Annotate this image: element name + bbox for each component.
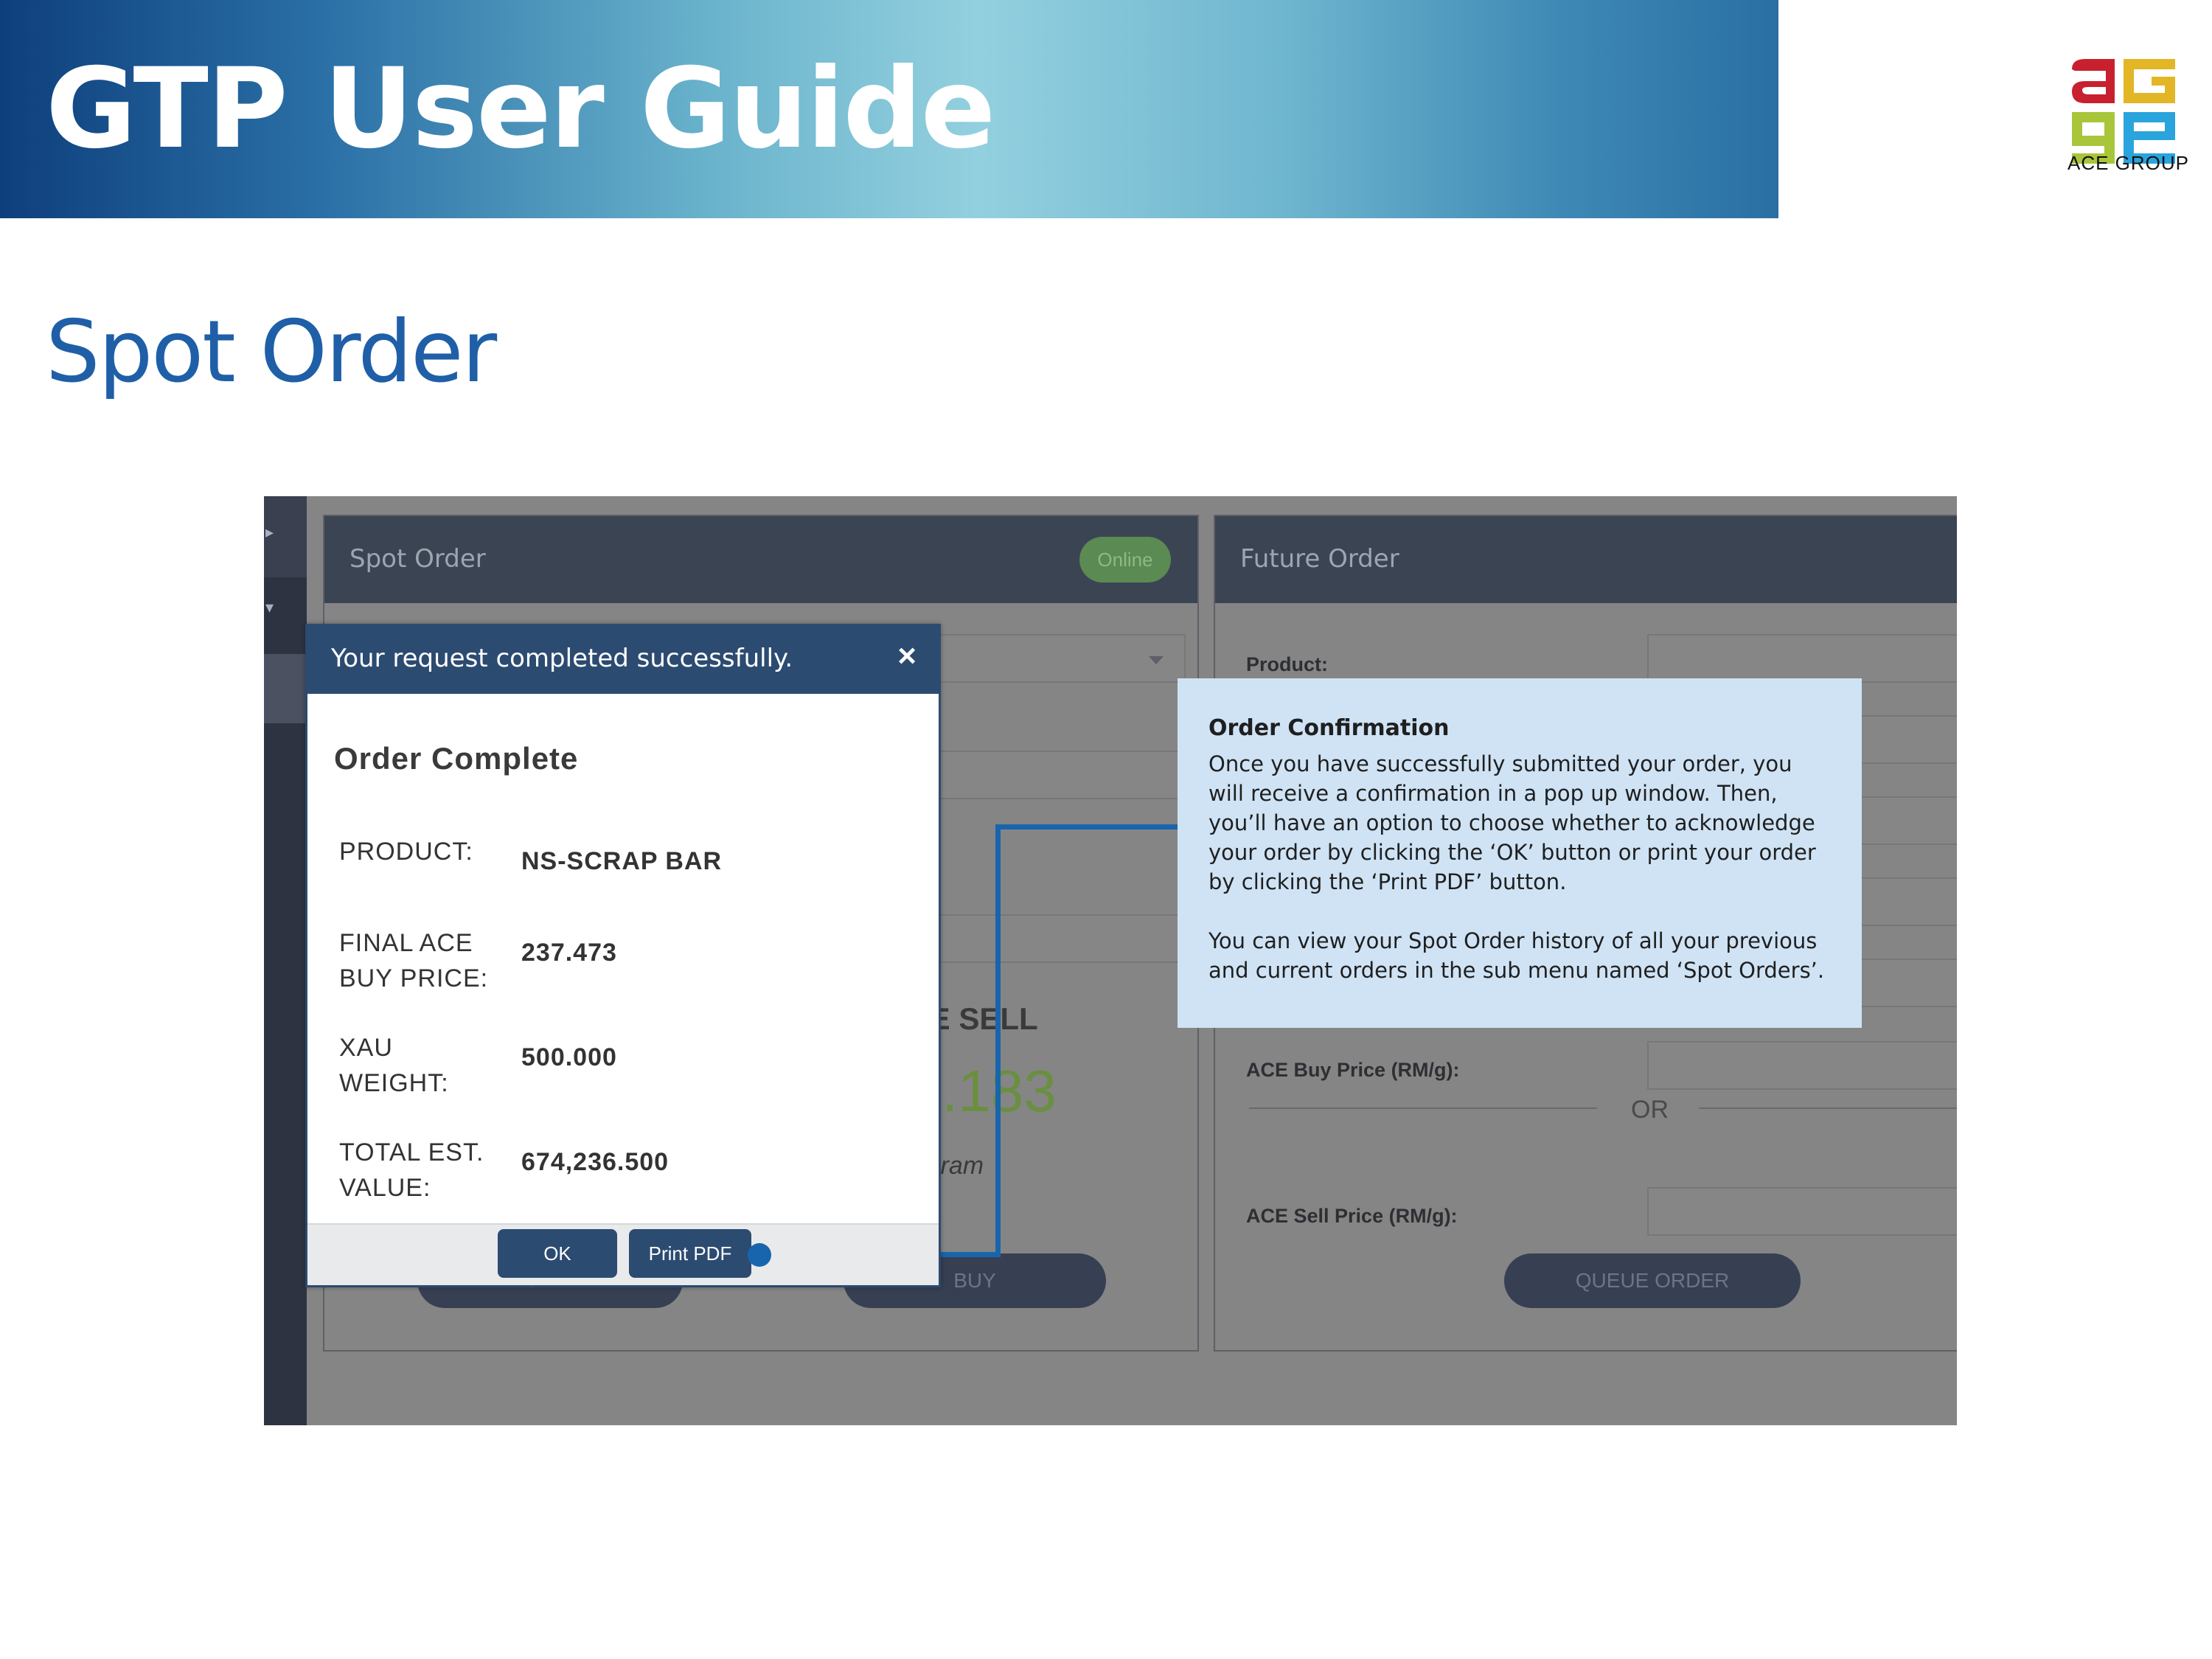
product-label: Product: [1246, 653, 1328, 675]
ace-sell-price-label: ACE Sell Price (RM/g): [1246, 1205, 1458, 1227]
connector-dot [748, 1243, 771, 1267]
print-pdf-button[interactable]: Print PDF [629, 1229, 751, 1278]
close-icon[interactable]: × [897, 638, 917, 675]
product-row-label: PRODUCT: [339, 838, 473, 866]
callout-paragraph-1: Once you have successfully submitted you… [1208, 751, 1816, 894]
product-row-value: NS-SCRAP BAR [521, 847, 723, 875]
ace-sell-price-input[interactable] [1647, 1187, 1957, 1236]
modal-footer: OK Print PDF [307, 1223, 939, 1285]
future-order-title: Future Order [1240, 544, 1399, 574]
spot-input-1[interactable] [907, 751, 1186, 799]
future-order-header: Future Order [1215, 516, 1957, 603]
total-row-label: TOTAL EST. VALUE: [339, 1138, 484, 1202]
or-label: OR [1631, 1096, 1669, 1124]
product-select[interactable] [907, 634, 1186, 683]
order-complete-modal: Your request completed successfully. × O… [305, 624, 941, 1287]
total-row-value: 674,236.500 [521, 1148, 669, 1176]
callout-title: Order Confirmation [1208, 715, 1450, 741]
online-status-badge: Online [1079, 537, 1171, 582]
modal-header-text: Your request completed successfully. [331, 644, 793, 673]
divider-right [1699, 1107, 1957, 1109]
banner-title: GTP User Guide [46, 45, 995, 173]
ok-button[interactable]: OK [498, 1229, 617, 1278]
order-confirmation-callout: Order Confirmation Once you have success… [1178, 678, 1862, 1028]
weight-row-value: 500.000 [521, 1043, 617, 1071]
weight-row-label: XAU WEIGHT: [339, 1034, 449, 1097]
callout-paragraph-2: You can view your Spot Order history of … [1208, 928, 1825, 983]
future-product-field[interactable] [1647, 634, 1957, 683]
app-sidebar: ▸ ▾ [264, 496, 307, 1425]
chevron-down-icon [1149, 656, 1164, 664]
expand-arrow-icon[interactable]: ▸ [265, 523, 274, 542]
header-banner: GTP User Guide [0, 0, 1778, 218]
connector-line-h2 [995, 824, 1178, 830]
ace-buy-price-label: ACE Buy Price (RM/g): [1246, 1059, 1460, 1081]
buy-price-row-label: FINAL ACE BUY PRICE: [339, 929, 489, 992]
queue-order-button[interactable]: QUEUE ORDER [1504, 1253, 1801, 1308]
collapse-arrow-icon[interactable]: ▾ [265, 598, 274, 617]
modal-header: Your request completed successfully. × [307, 626, 939, 694]
buy-price-row-value: 237.473 [521, 939, 617, 967]
spot-order-title: Spot Order [349, 544, 486, 574]
modal-heading: Order Complete [334, 741, 579, 776]
spot-input-2[interactable] [907, 914, 1186, 963]
section-title: Spot Order [46, 302, 497, 402]
ace-buy-price-input[interactable] [1647, 1041, 1957, 1090]
spot-order-header: Spot Order Online [324, 516, 1197, 603]
sidebar-tab-active[interactable] [264, 654, 307, 723]
divider-left [1249, 1107, 1597, 1109]
logo-text: ACE GROUP [2067, 152, 2190, 174]
connector-line-v [995, 824, 1001, 1257]
